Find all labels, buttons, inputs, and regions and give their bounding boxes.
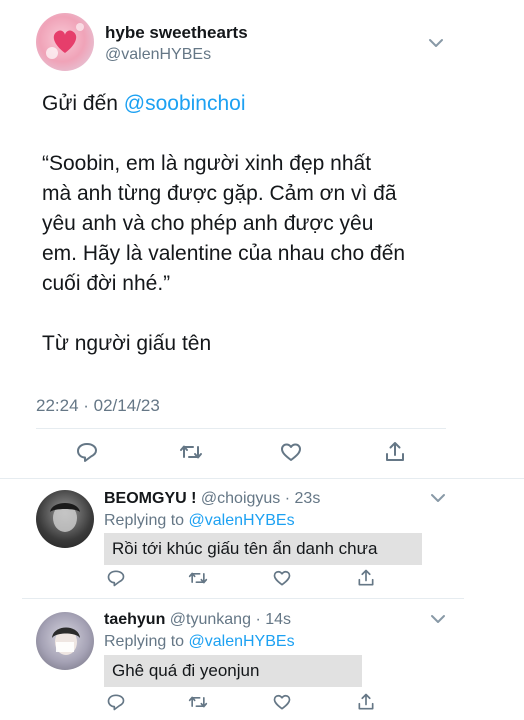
handle[interactable]: @choigyus (201, 490, 280, 507)
chevron-down-icon[interactable] (430, 612, 446, 626)
avatar-image (50, 503, 80, 532)
divider (22, 598, 464, 599)
replying-mention[interactable]: @valenHYBEs (189, 512, 295, 529)
share-icon[interactable] (356, 568, 376, 588)
handle[interactable]: @tyunkang (170, 611, 251, 628)
replying-to: Replying to @valenHYBEs (104, 512, 295, 530)
reply-text-box: Ghê quá đi yeonjun (104, 655, 362, 687)
like-icon[interactable] (272, 692, 292, 712)
reply-icon[interactable] (75, 440, 99, 464)
like-icon[interactable] (272, 568, 292, 588)
timestamp[interactable]: 22:24 · 02/14/23 (36, 396, 160, 416)
quote-line: em. Hãy là valentine của nhau cho đến (42, 242, 406, 265)
display-name[interactable]: taehyun (104, 611, 165, 628)
quote-line: yêu anh và cho phép anh được yêu (42, 212, 374, 235)
reply-header: taehyun @tyunkang · 14s (104, 611, 291, 629)
divider (36, 428, 446, 429)
replying-mention[interactable]: @valenHYBEs (189, 633, 295, 650)
retweet-icon[interactable] (187, 692, 209, 712)
recipient-mention[interactable]: @soobinchoi (124, 92, 246, 115)
replying-to: Replying to @valenHYBEs (104, 633, 295, 651)
handle[interactable]: @valenHYBEs (105, 46, 211, 64)
avatar-image (52, 627, 80, 655)
like-icon[interactable] (279, 440, 303, 464)
share-icon[interactable] (356, 692, 376, 712)
recipient-line: Gửi đến @soobinchoi (42, 89, 482, 119)
quote-line: “Soobin, em là người xinh đẹp nhất (42, 152, 372, 175)
quote-line: mà anh từng được gặp. Cảm ơn vì đã (42, 182, 397, 205)
time[interactable]: · 23s (285, 490, 321, 507)
time[interactable]: · 14s (255, 611, 291, 628)
quote-line: cuối đời nhé.” (42, 272, 171, 295)
retweet-icon[interactable] (178, 440, 204, 464)
replying-prefix: Replying to (104, 512, 185, 529)
reply-text: Ghê quá đi yeonjun (112, 661, 260, 680)
chevron-down-icon[interactable] (428, 36, 444, 50)
reply-header: BEOMGYU ! @choigyus · 23s (104, 490, 320, 508)
reply-text-box: Rồi tới khúc giấu tên ẩn danh chưa (104, 533, 422, 565)
reply-icon[interactable] (106, 568, 126, 588)
display-name[interactable]: hybe sweethearts (105, 23, 248, 43)
recipient-prefix: Gửi đến (42, 92, 118, 115)
divider (0, 478, 524, 479)
avatar-image (46, 23, 84, 59)
reply-text: Rồi tới khúc giấu tên ẩn danh chưa (112, 539, 378, 558)
avatar[interactable] (36, 490, 94, 548)
tweet-body: Gửi đến @soobinchoi “Soobin, em là người… (42, 89, 482, 359)
retweet-icon[interactable] (187, 568, 209, 588)
replying-prefix: Replying to (104, 633, 185, 650)
avatar[interactable] (36, 612, 94, 670)
display-name[interactable]: BEOMGYU ! (104, 490, 196, 507)
reply-icon[interactable] (106, 692, 126, 712)
chevron-down-icon[interactable] (430, 491, 446, 505)
share-icon[interactable] (383, 440, 407, 464)
avatar[interactable] (36, 13, 94, 71)
signature: Từ người giấu tên (42, 332, 212, 355)
